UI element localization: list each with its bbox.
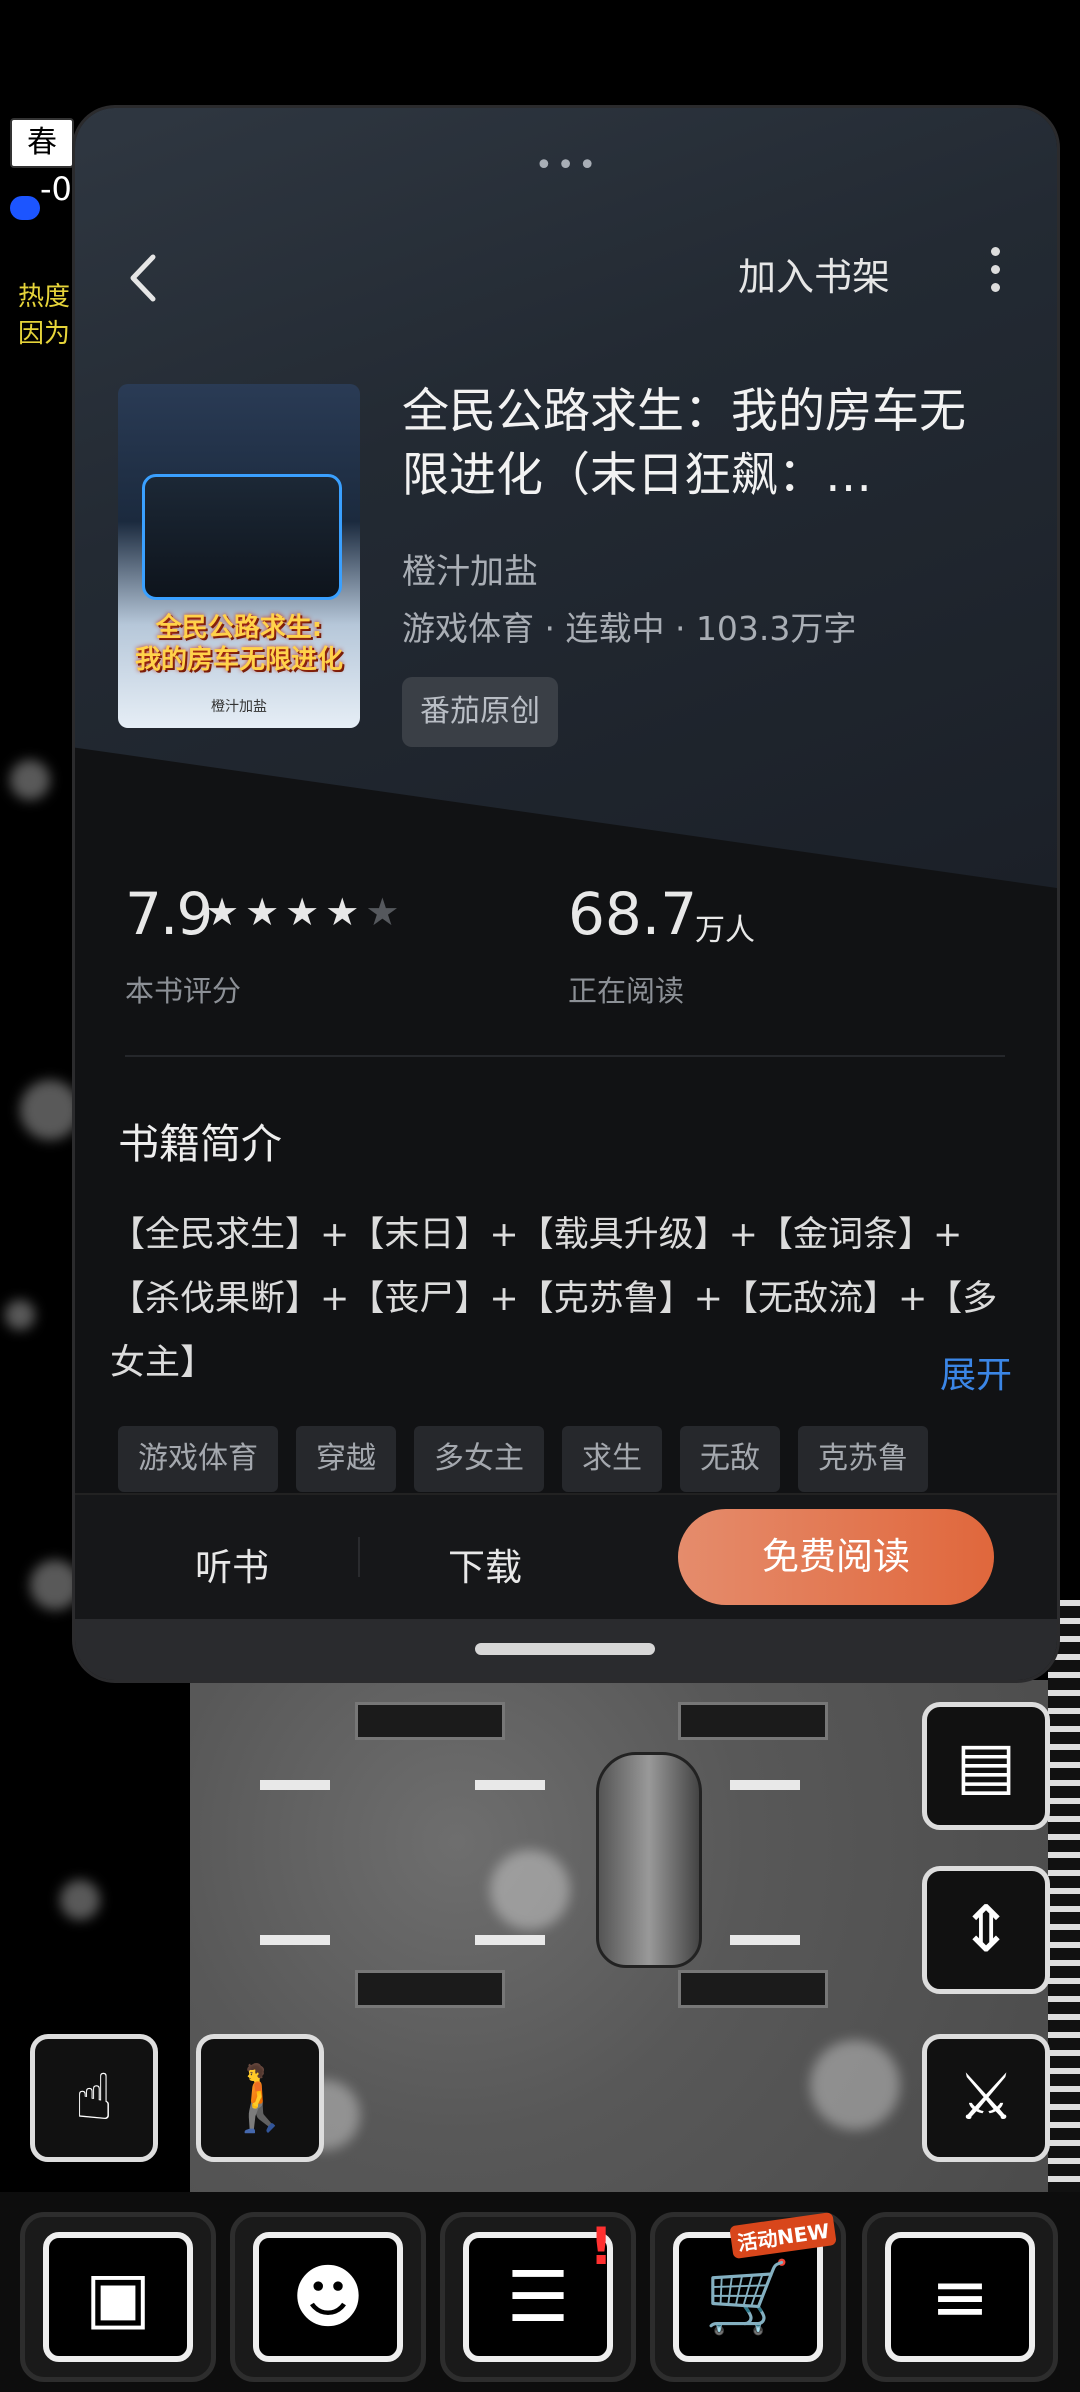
star-icon: ★ xyxy=(205,890,246,934)
hud-text-line-1: 热度 xyxy=(18,282,71,312)
journal-button[interactable]: ☰ ! xyxy=(440,2212,636,2382)
hud-value: -0 xyxy=(40,170,72,208)
book-title: 全民公路求生：我的房车无限进化（末日狂飙：… xyxy=(402,384,966,503)
star-icon: ★ xyxy=(285,890,326,934)
shop-button[interactable]: 🛒 活动NEW xyxy=(650,2211,846,2382)
readers-count: 68.7 xyxy=(568,880,698,948)
season-badge[interactable]: 春 xyxy=(10,118,74,168)
book-meta: 游戏体育 · 连载中 · 103.3万字 xyxy=(402,609,857,648)
more-options-icon[interactable] xyxy=(975,238,1015,318)
rating-label: 本书评分 xyxy=(125,974,242,1008)
star-empty-icon: ★ xyxy=(365,890,406,934)
free-read-button[interactable]: 免费阅读 xyxy=(678,1509,994,1605)
readers-label: 正在阅读 xyxy=(568,974,685,1008)
tag-chip[interactable]: 多女主 xyxy=(414,1426,544,1492)
tag-list: 游戏体育 穿越 多女主 求生 无敌 克苏鲁 xyxy=(118,1426,928,1492)
back-button[interactable] xyxy=(115,243,175,313)
chest-icon: ▣ xyxy=(43,2232,193,2362)
brain-icon: ☻ xyxy=(253,2232,403,2362)
readers-unit: 万人 xyxy=(695,913,755,948)
drag-handle-dots[interactable]: ••• xyxy=(535,148,600,183)
main-menu-button[interactable]: ≡ xyxy=(862,2212,1058,2382)
add-to-shelf-button[interactable]: 加入书架 xyxy=(738,246,890,301)
intro-text: 【全民求生】+【末日】+【载具升级】+【金词条】+【杀伐果断】+【丧尸】+【克苏… xyxy=(110,1215,998,1383)
book-cover[interactable]: 全民公路求生: 我的房车无限进化 橙汁加盐 xyxy=(118,384,360,728)
walk-icon[interactable]: 🚶 xyxy=(196,2034,324,2162)
skills-button[interactable]: ☻ xyxy=(230,2212,426,2382)
star-icon: ★ xyxy=(325,890,366,934)
tag-chip[interactable]: 无敌 xyxy=(680,1426,780,1492)
home-indicator[interactable] xyxy=(475,1643,655,1655)
game-bottom-bar: ▣ ☻ ☰ ! 🛒 活动NEW ≡ xyxy=(0,2192,1080,2392)
rating-value: 7.9 xyxy=(125,880,213,948)
game-top-strip xyxy=(0,0,1080,110)
tag-chip[interactable]: 克苏鲁 xyxy=(798,1426,928,1492)
player-car[interactable] xyxy=(596,1752,702,1968)
action-separator xyxy=(358,1537,360,1577)
build-icon[interactable]: ▤ xyxy=(922,1702,1050,1830)
action-bar: 听书 下载 免费阅读 xyxy=(75,1493,1057,1621)
home-bar-area xyxy=(75,1619,1057,1680)
cover-truck-art xyxy=(142,474,342,600)
origin-badge: 番茄原创 xyxy=(402,677,558,747)
cover-title: 全民公路求生: 我的房车无限进化 xyxy=(134,613,343,675)
chevron-left-icon xyxy=(130,254,156,302)
chest-button[interactable]: ▣ xyxy=(20,2212,216,2382)
alert-icon: ! xyxy=(589,2217,613,2277)
book-author[interactable]: 橙汁加盐 xyxy=(402,544,538,593)
divider xyxy=(125,1055,1005,1057)
tag-chip[interactable]: 游戏体育 xyxy=(118,1426,278,1492)
cover-author: 橙汁加盐 xyxy=(211,699,267,715)
hud-gauge-icon xyxy=(10,196,40,220)
crosswalk-stripes xyxy=(1048,1600,1080,2240)
hud-text-line-2: 因为 xyxy=(18,319,71,349)
book-detail-sheet: ••• 加入书架 全民公路求生: 我的房车无限进化 橙汁加盐 全民公路求生：我的… xyxy=(75,108,1057,1680)
tag-chip[interactable]: 求生 xyxy=(562,1426,662,1492)
star-icon: ★ xyxy=(245,890,286,934)
combat-icon[interactable]: ⚔ xyxy=(922,2034,1050,2162)
move-items-icon[interactable]: ⇕ xyxy=(922,1866,1050,1994)
tap-hand-icon[interactable]: ☝ xyxy=(30,2034,158,2162)
tag-chip[interactable]: 穿越 xyxy=(296,1426,396,1492)
expand-link[interactable]: 展开 xyxy=(940,1346,1012,1398)
menu-icon: ≡ xyxy=(885,2232,1035,2362)
download-button[interactable]: 下载 xyxy=(448,1537,522,1591)
rating-stars: ★★★★★ xyxy=(205,890,405,934)
intro-heading: 书籍简介 xyxy=(118,1120,282,1168)
listen-button[interactable]: 听书 xyxy=(195,1537,269,1591)
